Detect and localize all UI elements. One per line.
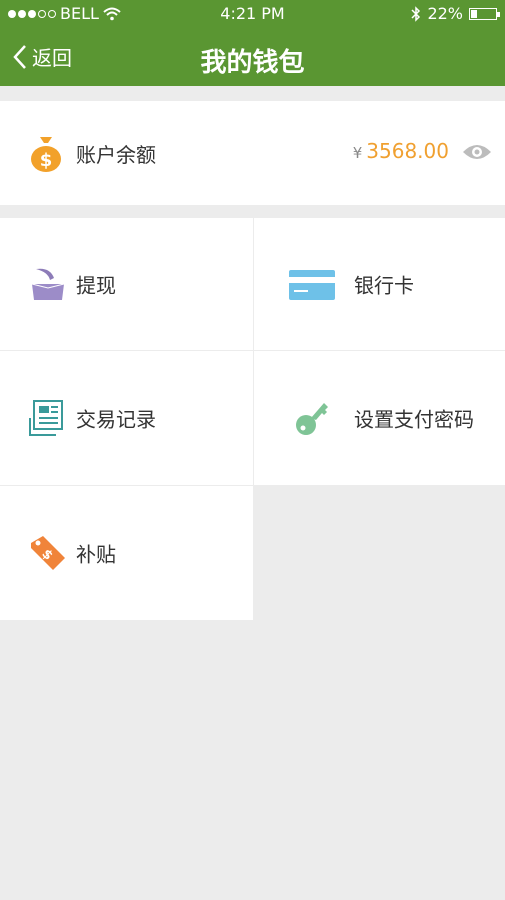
balance-amount: ¥ 3568.00	[353, 139, 449, 163]
transaction-record-icon	[29, 400, 63, 436]
balance-value: 3568.00	[366, 139, 449, 163]
svg-text:$: $	[40, 150, 53, 171]
battery-percentage: 22%	[427, 4, 463, 23]
key-icon	[296, 403, 328, 435]
menu-item-label: 补贴	[76, 542, 116, 567]
status-bar: BELL 4:21 PM 22%	[0, 0, 505, 28]
menu-item-withdraw[interactable]: 提现	[0, 218, 253, 350]
eye-icon[interactable]	[461, 141, 493, 163]
account-balance-card[interactable]: $ 账户余额 ¥ 3568.00	[0, 101, 505, 205]
bank-card-icon	[289, 270, 335, 300]
menu-item-set-payment-password[interactable]: 设置支付密码	[254, 351, 505, 485]
balance-label: 账户余额	[76, 143, 156, 167]
bluetooth-icon	[411, 5, 421, 22]
navigation-bar: 返回 我的钱包	[0, 28, 505, 86]
withdraw-tray-icon	[31, 268, 65, 300]
menu-item-label: 设置支付密码	[354, 407, 474, 432]
page-title: 我的钱包	[200, 48, 305, 78]
currency-symbol: ¥	[352, 144, 363, 162]
menu-item-subsidy[interactable]: $ 补贴	[0, 486, 253, 620]
battery-info: 22%	[411, 4, 500, 23]
battery-icon	[469, 7, 500, 20]
menu-item-bank-card[interactable]: 银行卡	[254, 218, 505, 350]
menu-item-label: 交易记录	[76, 407, 156, 432]
menu-item-transaction-records[interactable]: 交易记录	[0, 351, 253, 485]
menu-item-label: 提现	[76, 273, 116, 298]
menu-item-label: 银行卡	[354, 273, 414, 298]
subsidy-tag-icon: $	[31, 536, 65, 570]
money-bag-icon: $	[31, 137, 61, 172]
